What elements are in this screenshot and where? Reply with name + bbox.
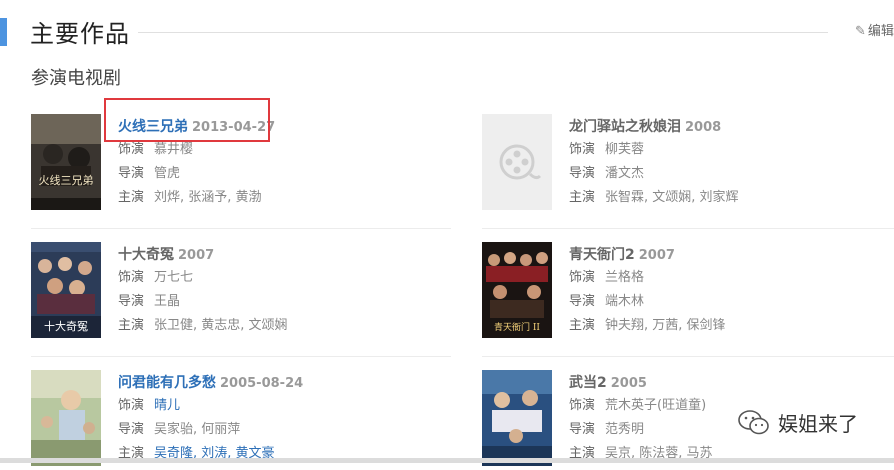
- cast-value: 张卫健, 黄志忠, 文颂娴: [154, 318, 288, 333]
- poster-image[interactable]: 十大奇冤: [31, 242, 101, 338]
- work-date: 2008: [685, 120, 722, 135]
- work-item: 十大奇冤 十大奇冤 2007 饰演 万七七 导演 王晶 主演 张卫健, 黄志忠, 文颂娴: [31, 242, 451, 342]
- role-value: 柳芙蓉: [605, 142, 645, 157]
- director-value: 潘文杰: [605, 166, 645, 181]
- poster-title-text: 火线三兄弟: [39, 173, 94, 187]
- highlight-annotation-box: [104, 98, 270, 142]
- role-label: 饰演: [118, 142, 145, 157]
- section-title: 主要作品: [30, 20, 130, 48]
- director-value: 范秀明: [605, 422, 645, 437]
- title-divider: [138, 32, 828, 33]
- poster-image[interactable]: [31, 370, 101, 466]
- work-title[interactable]: 龙门驿站之秋娘泪: [569, 119, 681, 135]
- director-value: 吴家骀, 何丽萍: [154, 422, 241, 437]
- role-label: 饰演: [569, 398, 596, 413]
- role-label: 饰演: [118, 270, 145, 285]
- work-title-link[interactable]: 问君能有几多愁: [118, 375, 216, 391]
- work-title[interactable]: 十大奇冤: [118, 247, 174, 263]
- role-label: 饰演: [569, 142, 596, 157]
- poster-title-text: 十大奇冤: [44, 319, 88, 333]
- work-date: 2007: [178, 248, 215, 263]
- director-label: 导演: [569, 422, 596, 437]
- poster-image[interactable]: 青天衙门 II: [482, 242, 552, 338]
- role-value: 慕井樱: [154, 142, 194, 157]
- watermark: 娱姐来了: [738, 408, 858, 437]
- role-label: 饰演: [118, 398, 145, 413]
- director-value: 端木林: [605, 294, 645, 309]
- wechat-icon: [738, 409, 769, 434]
- role-value: 万七七: [154, 270, 194, 285]
- pencil-icon: ✎: [855, 24, 866, 39]
- cast-label: 主演: [118, 318, 145, 333]
- role-value: 荒木英子(旺道童): [605, 398, 707, 413]
- row-divider: [482, 356, 894, 357]
- director-value: 王晶: [154, 294, 181, 309]
- row-divider: [482, 228, 894, 229]
- watermark-text: 娱姐来了: [778, 412, 858, 436]
- work-date: 2005-08-24: [220, 376, 304, 391]
- cast-label: 主演: [118, 190, 145, 205]
- director-label: 导演: [118, 166, 145, 181]
- work-title[interactable]: 青天衙门2: [569, 247, 635, 263]
- work-title[interactable]: 武当2: [569, 375, 607, 391]
- role-label: 饰演: [569, 270, 596, 285]
- role-value: 兰格格: [605, 270, 645, 285]
- cast-value: 钟夫翔, 万茜, 保剑锋: [605, 318, 726, 333]
- work-date: 2005: [610, 376, 647, 391]
- poster-image[interactable]: 火线三兄弟: [31, 114, 101, 210]
- director-value: 管虎: [154, 166, 181, 181]
- poster-placeholder[interactable]: [482, 114, 552, 210]
- edit-button[interactable]: ✎ 编辑: [855, 20, 894, 39]
- cast-label: 主演: [569, 190, 596, 205]
- role-value-link[interactable]: 晴儿: [154, 398, 180, 413]
- work-item: 龙门驿站之秋娘泪 2008 饰演 柳芙蓉 导演 潘文杰 主演 张智霖, 文颂娴, 刘家辉: [482, 114, 894, 214]
- horizontal-scrollbar[interactable]: [0, 458, 894, 463]
- director-label: 导演: [569, 294, 596, 309]
- cast-label: 主演: [569, 318, 596, 333]
- director-label: 导演: [118, 422, 145, 437]
- poster-title-text: 青天衙门 II: [494, 321, 540, 333]
- poster-image[interactable]: [482, 370, 552, 466]
- work-date: 2007: [638, 248, 675, 263]
- row-divider: [31, 228, 451, 229]
- cast-value: 张智霖, 文颂娴, 刘家辉: [605, 190, 739, 205]
- director-label: 导演: [118, 294, 145, 309]
- cast-value: 刘烨, 张涵予, 黄渤: [154, 190, 262, 205]
- director-label: 导演: [569, 166, 596, 181]
- row-divider: [31, 356, 451, 357]
- work-item: 青天衙门 II 青天衙门2 2007 饰演 兰格格 导演 端木林 主演 钟夫翔, 万茜,…: [482, 242, 894, 342]
- subsection-title: 参演电视剧: [31, 68, 121, 89]
- work-item: 问君能有几多愁 2005-08-24 饰演 晴儿 导演 吴家骀, 何丽萍 主演 吴奇隆,…: [31, 370, 451, 470]
- edit-label: 编辑: [867, 24, 894, 39]
- section-accent-bar: [0, 18, 7, 46]
